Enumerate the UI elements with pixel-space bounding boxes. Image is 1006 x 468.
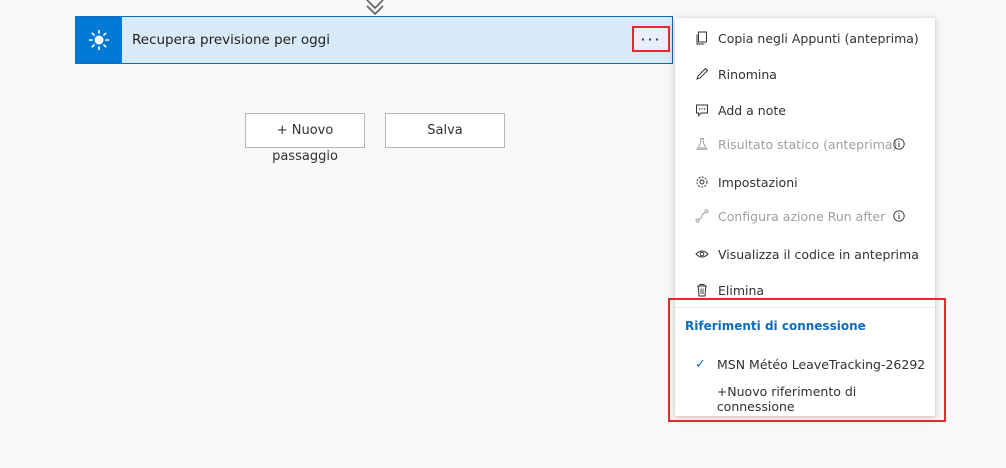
new-step-button[interactable]: + Nuovo: [245, 113, 365, 148]
menu-item-add-note[interactable]: Add a note: [675, 95, 935, 125]
menu-item-label: Elimina: [718, 282, 765, 298]
menu-item-settings[interactable]: Impostazioni: [675, 167, 935, 197]
action-title: Recupera previsione per oggi: [132, 32, 330, 48]
new-step-label-overflow: passaggio: [272, 149, 338, 164]
info-icon[interactable]: [893, 210, 905, 222]
connector-arrow-icon: [362, 0, 388, 16]
save-button[interactable]: Salva: [385, 113, 505, 148]
highlight-box: [668, 298, 946, 422]
flask-icon: [694, 136, 710, 152]
more-options-button[interactable]: ···: [632, 26, 670, 52]
save-label: Salva: [427, 123, 463, 138]
new-step-label: + Nuovo: [276, 123, 334, 138]
menu-item-static-result: Risultato statico (anteprima): [675, 129, 935, 159]
pencil-icon: [694, 66, 710, 82]
menu-item-label: Rinomina: [718, 66, 777, 82]
menu-item-label: Copia negli Appunti (anteprima): [718, 30, 919, 46]
menu-item-peek-code[interactable]: Visualizza il codice in anteprima: [675, 239, 935, 269]
note-icon: [694, 102, 710, 118]
action-card[interactable]: Recupera previsione per oggi ···: [75, 16, 673, 64]
menu-item-label: Configura azione Run after: [718, 208, 886, 224]
action-icon-box: [76, 17, 122, 63]
menu-item-copy[interactable]: Copia negli Appunti (anteprima): [675, 23, 935, 53]
menu-item-label: Add a note: [718, 102, 786, 118]
menu-item-rename[interactable]: Rinomina: [675, 59, 935, 89]
menu-item-label: Impostazioni: [718, 174, 798, 190]
sun-icon: [88, 29, 110, 51]
menu-item-label: Risultato statico (anteprima): [718, 136, 898, 152]
menu-item-label: Visualizza il codice in anteprima: [718, 246, 919, 262]
run-after-icon: [694, 208, 710, 224]
gear-icon: [694, 174, 710, 190]
trash-icon: [694, 282, 710, 298]
menu-item-run-after: Configura azione Run after: [675, 201, 935, 231]
copy-icon: [694, 30, 710, 46]
eye-icon: [694, 246, 710, 262]
info-icon[interactable]: [893, 138, 905, 150]
